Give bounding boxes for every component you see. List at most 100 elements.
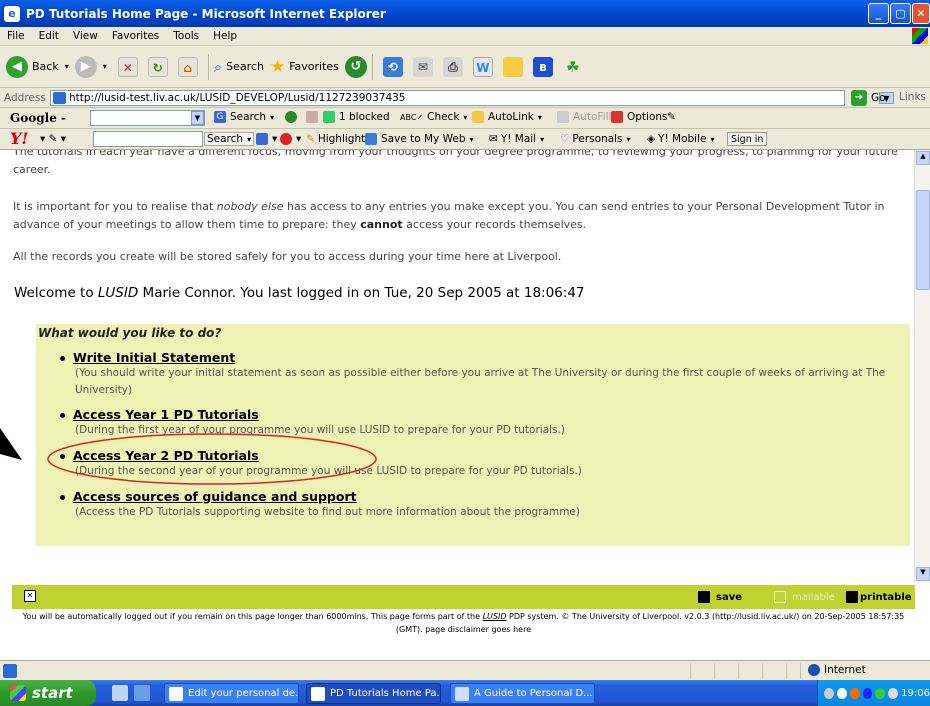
- yahoo-options-icon[interactable]: ▾: [256, 133, 277, 145]
- back-arrow-icon[interactable]: ◀: [6, 55, 28, 78]
- standard-toolbar: ◀ Back ▾ ▶ ▾ ✕ ↻ ⌂ ⌕ Search ★ Favorites …: [0, 46, 930, 88]
- popup-blocked-button[interactable]: 1 blocked: [323, 111, 390, 123]
- intro-paragraph: The tutorials in each year have a differ…: [13, 150, 898, 176]
- address-bar: Address http://lusid-test.liv.ac.uk/LUSI…: [0, 88, 930, 108]
- vertical-scrollbar[interactable]: ▲ ▼: [914, 150, 930, 582]
- yahoo-search-input[interactable]: [93, 131, 203, 147]
- yahoo-logo[interactable]: Y!: [10, 129, 28, 148]
- go-label[interactable]: Go: [871, 92, 886, 104]
- address-url[interactable]: http://lusid-test.liv.ac.uk/LUSID_DEVELO…: [69, 92, 405, 104]
- collapse-icon[interactable]: ✕: [24, 590, 36, 602]
- privacy-paragraph: It is important for you to realise that …: [13, 200, 885, 231]
- mailable-button: mailable: [774, 591, 835, 603]
- media-icon[interactable]: ↺: [344, 55, 367, 78]
- minimize-button[interactable]: _: [868, 3, 889, 24]
- pencil-icon[interactable]: ✎: [667, 111, 676, 123]
- refresh-icon[interactable]: ↻: [147, 56, 168, 77]
- search-icon[interactable]: ⌕: [214, 58, 222, 76]
- printable-button[interactable]: printable: [846, 591, 912, 603]
- maximize-button[interactable]: ▢: [890, 3, 911, 24]
- save-button[interactable]: save: [698, 591, 742, 603]
- close-button[interactable]: ✕: [912, 3, 930, 24]
- messenger-tray-icon[interactable]: [875, 687, 886, 699]
- yahoo-mail-button[interactable]: ✉ Y! Mail ▾: [489, 133, 544, 145]
- stop-icon[interactable]: ✕: [117, 56, 138, 77]
- menu-tools[interactable]: Tools: [166, 30, 206, 42]
- messenger-icon[interactable]: ☘: [563, 57, 583, 77]
- google-search-dropdown-icon[interactable]: ▼: [191, 111, 204, 125]
- links-button[interactable]: Links: [899, 91, 926, 103]
- menu-view[interactable]: View: [66, 30, 105, 42]
- access-year2-link[interactable]: Access Year 2 PD Tutorials: [73, 448, 259, 463]
- bullet-icon: [60, 412, 65, 418]
- bullet-icon: [60, 355, 65, 361]
- scroll-down-icon[interactable]: ▼: [916, 567, 930, 581]
- autofill-button[interactable]: AutoFill: [557, 111, 611, 123]
- security-zone: Internet: [808, 664, 866, 676]
- access-year1-link[interactable]: Access Year 1 PD Tutorials: [73, 407, 259, 422]
- printer-icon: [846, 591, 858, 603]
- menu-file[interactable]: File: [0, 30, 32, 42]
- menu-edit[interactable]: Edit: [32, 30, 66, 42]
- google-logo[interactable]: Google -: [10, 111, 66, 125]
- task-edit-personal[interactable]: Edit your personal de...: [164, 683, 299, 704]
- bluetooth-tray-icon[interactable]: [862, 687, 873, 699]
- forward-arrow-icon[interactable]: ▶: [74, 55, 97, 78]
- welcome-message: Welcome to LUSID Marie Connor. You last …: [14, 285, 585, 301]
- highlight-button[interactable]: ✎ Highlight: [306, 133, 365, 145]
- clock-tray-icon[interactable]: [888, 687, 899, 699]
- start-button[interactable]: start: [0, 680, 96, 706]
- write-initial-statement-link[interactable]: Write Initial Statement: [73, 350, 235, 365]
- quicklaunch-icon[interactable]: [134, 685, 150, 701]
- tray-arrow-icon[interactable]: [824, 687, 834, 699]
- address-label: Address: [4, 91, 46, 104]
- option-description: (During the first year of your programme…: [75, 424, 565, 436]
- task-pd-tutorials[interactable]: PD Tutorials Home Pa...: [306, 683, 441, 704]
- mail-icon[interactable]: ✉: [412, 56, 433, 77]
- scroll-up-icon[interactable]: ▲: [916, 151, 930, 165]
- favorites-star-icon[interactable]: ★: [270, 57, 285, 77]
- bluetooth-icon[interactable]: ʙ: [532, 56, 553, 77]
- emphasis-cannot: cannot: [360, 218, 403, 231]
- yahoo-anti-spy-icon[interactable]: ▾: [280, 133, 301, 145]
- menu-help[interactable]: Help: [206, 30, 244, 42]
- back-dropdown-icon[interactable]: ▾: [65, 62, 69, 71]
- menu-favorites[interactable]: Favorites: [105, 30, 166, 42]
- personals-button[interactable]: ♡ Personals ▾: [560, 133, 631, 145]
- lusid-footer-link[interactable]: LUSID: [483, 612, 507, 621]
- google-search-input[interactable]: [90, 110, 205, 126]
- forward-dropdown-icon[interactable]: ▾: [103, 62, 107, 71]
- home-icon[interactable]: ⌂: [177, 56, 198, 77]
- scroll-thumb[interactable]: [916, 190, 930, 290]
- go-button[interactable]: ➜ Go: [851, 90, 886, 106]
- search-button-label[interactable]: Search: [226, 60, 264, 73]
- floppy-icon: [698, 591, 710, 603]
- history-icon[interactable]: ⟲: [382, 56, 403, 77]
- lusid-brand: LUSID: [97, 285, 139, 301]
- volume-icon[interactable]: [836, 687, 847, 699]
- folder-icon[interactable]: [502, 56, 523, 77]
- task-guide-personal[interactable]: A Guide to Personal D...: [450, 683, 595, 704]
- spellcheck-button[interactable]: ABC✓ Check ▾: [400, 111, 467, 123]
- option-item: Access Year 1 PD Tutorials (During the f…: [60, 407, 910, 439]
- network-icon[interactable]: [849, 687, 860, 699]
- print-icon[interactable]: ⎙: [442, 56, 463, 77]
- save-to-my-web-button[interactable]: Save to My Web ▾: [365, 133, 474, 145]
- google-search-button[interactable]: G Search ▾: [214, 111, 274, 123]
- show-desktop-icon[interactable]: [112, 685, 128, 701]
- go-arrow-icon[interactable]: ➜: [851, 90, 867, 106]
- news-icon[interactable]: [306, 111, 322, 123]
- sign-in-button[interactable]: Sign in: [727, 132, 768, 146]
- options-button[interactable]: Options: [611, 111, 668, 123]
- yahoo-search-button[interactable]: Search ▾: [204, 132, 255, 146]
- guidance-support-link[interactable]: Access sources of guidance and support: [73, 489, 357, 504]
- address-input[interactable]: http://lusid-test.liv.ac.uk/LUSID_DEVELO…: [50, 90, 894, 106]
- page-status-icon: [3, 664, 17, 678]
- favorites-button-label[interactable]: Favorites: [289, 60, 339, 73]
- yahoo-dropdown-icon[interactable]: ▾ ✎ ▾: [40, 133, 66, 145]
- edit-word-icon[interactable]: W: [472, 56, 493, 77]
- back-button-label[interactable]: Back: [32, 60, 59, 73]
- autolink-button[interactable]: AutoLink ▾: [472, 111, 542, 123]
- pagerank-icon[interactable]: [285, 111, 301, 123]
- yahoo-mobile-button[interactable]: ◈ Y! Mobile ▾: [647, 133, 715, 145]
